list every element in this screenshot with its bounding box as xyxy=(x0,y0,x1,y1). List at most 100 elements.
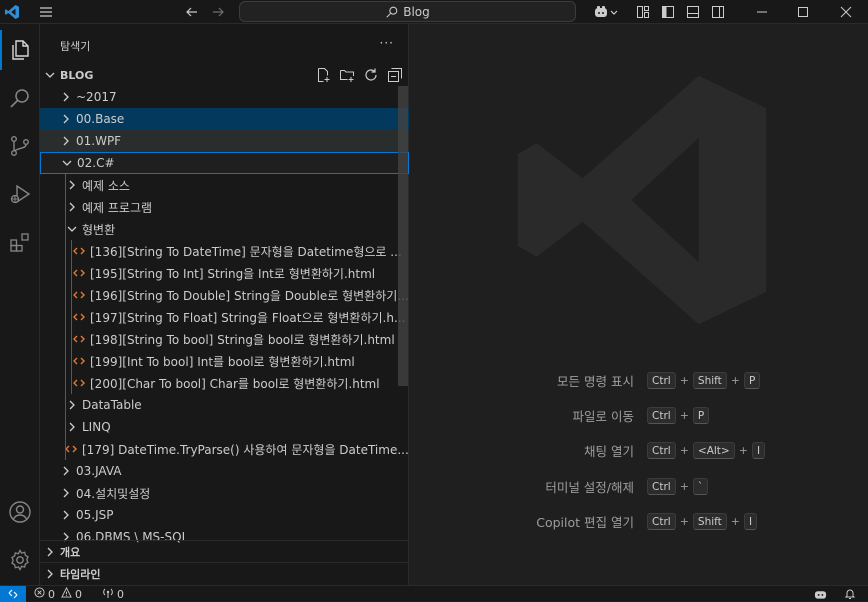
chevron-down-icon xyxy=(42,67,58,83)
keyboard-key: I xyxy=(751,441,766,459)
tree-file[interactable]: [179] DateTime.TryParse() 사용하여 문자형을 Date… xyxy=(40,438,409,460)
outline-section[interactable]: 개요 xyxy=(40,540,409,562)
keyboard-key: <Alt> xyxy=(692,441,735,459)
tree-item-label: 05.JSP xyxy=(76,508,114,522)
tree-file[interactable]: [198][String To bool] String을 bool로 형변환하… xyxy=(40,328,409,350)
tree-item-label: 형변환 xyxy=(82,222,116,237)
key-separator: + xyxy=(679,443,689,457)
vscode-logo-icon[interactable] xyxy=(0,0,24,24)
chevron-right-icon xyxy=(64,199,80,215)
error-count: 0 xyxy=(48,587,55,601)
key-separator: + xyxy=(738,443,748,457)
tree-folder[interactable]: 00.Base xyxy=(40,108,409,130)
keyboard-key: Ctrl xyxy=(647,441,676,459)
tree-folder[interactable]: 예제 소스 xyxy=(40,174,409,196)
tree-folder[interactable]: 02.C# xyxy=(40,152,409,174)
tree-file[interactable]: [195][String To Int] String을 Int로 형변환하기.… xyxy=(40,262,409,284)
toggle-panel-icon[interactable] xyxy=(681,0,705,24)
tree-folder[interactable]: 01.WPF xyxy=(40,130,409,152)
extensions-icon[interactable] xyxy=(0,222,40,262)
shortcut-hint-label: 채팅 열기 xyxy=(584,443,634,459)
tree-item-label: 예제 소스 xyxy=(82,178,130,193)
key-separator: + xyxy=(679,514,689,528)
ports-indicator[interactable]: 0 xyxy=(102,586,124,602)
chevron-right-icon xyxy=(58,485,74,501)
shortcut-hint-label: 터미널 설정/해제 xyxy=(545,479,634,495)
keyboard-key: Shift xyxy=(692,371,727,389)
keyboard-key: Ctrl xyxy=(647,512,676,530)
tree-file[interactable]: [200][Char To bool] Char를 bool로 형변환하기.ht… xyxy=(40,372,409,394)
close-icon[interactable] xyxy=(828,0,864,24)
tree-item-label: 04.설치및설정 xyxy=(76,486,151,501)
html-file-icon xyxy=(72,375,86,391)
account-icon[interactable] xyxy=(0,492,40,532)
tree-folder[interactable]: DataTable xyxy=(40,394,409,416)
chevron-right-icon xyxy=(64,397,80,413)
new-folder-icon[interactable] xyxy=(338,66,356,84)
keyboard-key: Ctrl xyxy=(647,477,676,495)
tree-item-label: 01.WPF xyxy=(76,134,122,148)
html-file-icon xyxy=(72,243,86,259)
tree-folder[interactable]: ~2017 xyxy=(40,86,409,108)
key-separator: + xyxy=(679,373,689,387)
tree-file[interactable]: [196][String To Double] String을 Double로 … xyxy=(40,284,409,306)
toggle-primary-sidebar-icon[interactable] xyxy=(656,0,680,24)
tree-folder[interactable]: 05.JSP xyxy=(40,504,409,526)
editor-area[interactable]: 모든 명령 표시 Ctrl + Shift + P 파일로 이동 Ctrl + P 채팅 열기 Ctr… xyxy=(410,24,868,585)
run-debug-icon[interactable] xyxy=(0,174,40,214)
tree-file[interactable]: [197][String To Float] String을 Float으로 형… xyxy=(40,306,409,328)
explorer-sidebar: 탐색기 ··· BLOG ~2017 00.Base 01.WPF 02.C# 예제 소… xyxy=(40,24,409,585)
keyboard-key: ` xyxy=(692,477,709,495)
workspace-root-label: BLOG xyxy=(60,68,94,82)
tree-item-label: [197][String To Float] String을 Float으로 형… xyxy=(90,310,406,325)
tree-item-label: 00.Base xyxy=(76,112,125,126)
activity-bar xyxy=(0,24,40,585)
keyboard-key: Shift xyxy=(692,512,727,530)
chevron-right-icon xyxy=(58,463,74,479)
outline-label: 개요 xyxy=(60,545,81,559)
explorer-files-icon[interactable] xyxy=(0,30,40,70)
command-center-search[interactable]: Blog xyxy=(239,1,576,22)
toggle-secondary-sidebar-icon[interactable] xyxy=(706,0,730,24)
customize-layout-icon[interactable] xyxy=(631,0,655,24)
copilot-icon[interactable] xyxy=(590,0,622,24)
new-file-icon[interactable] xyxy=(314,66,332,84)
tree-folder[interactable]: 예제 프로그램 xyxy=(40,196,409,218)
timeline-section[interactable]: 타임라인 xyxy=(40,562,409,584)
minimize-icon[interactable] xyxy=(744,0,780,24)
remote-icon[interactable] xyxy=(0,586,26,602)
tree-file[interactable]: [136][String To DateTime] 문자형을 Datetime형… xyxy=(40,240,409,262)
key-separator: + xyxy=(730,514,740,528)
chevron-down-icon xyxy=(59,155,75,171)
search-icon[interactable] xyxy=(0,78,40,118)
tree-scrollbar[interactable] xyxy=(398,86,408,386)
tree-item-label: ~2017 xyxy=(76,90,117,104)
tree-file[interactable]: [199][Int To bool] Int를 bool로 형변환하기.html xyxy=(40,350,409,372)
tree-item-label: 예제 프로그램 xyxy=(82,200,153,215)
tree-item-label: [136][String To DateTime] 문자형을 Datetime형… xyxy=(90,244,402,259)
maximize-icon[interactable] xyxy=(785,0,821,24)
keyboard-key: I xyxy=(744,512,758,530)
tree-folder[interactable]: 형변환 xyxy=(40,218,409,240)
gear-icon[interactable] xyxy=(0,540,40,580)
shortcut-keys: Ctrl + ` xyxy=(647,477,709,495)
key-separator: + xyxy=(679,408,689,422)
menu-icon[interactable] xyxy=(34,0,58,24)
tree-item-label: 03.JAVA xyxy=(76,464,122,478)
refresh-icon[interactable] xyxy=(362,66,380,84)
forward-arrow-icon[interactable] xyxy=(206,0,230,24)
keyboard-key: P xyxy=(744,371,761,389)
problems-indicator[interactable]: 0 0 xyxy=(34,586,82,602)
html-file-icon xyxy=(72,265,86,281)
source-control-icon[interactable] xyxy=(0,126,40,166)
tree-folder[interactable]: LINQ xyxy=(40,416,409,438)
collapse-all-icon[interactable] xyxy=(386,66,404,84)
tree-folder[interactable]: 03.JAVA xyxy=(40,460,409,482)
notifications-bell-icon[interactable] xyxy=(840,586,860,602)
chevron-right-icon xyxy=(64,177,80,193)
more-actions-icon[interactable]: ··· xyxy=(380,36,394,50)
copilot-status-icon[interactable] xyxy=(810,586,830,602)
back-arrow-icon[interactable] xyxy=(180,0,204,24)
tree-folder[interactable]: 04.설치및설정 xyxy=(40,482,409,504)
tree-item-label: [196][String To Double] String을 Double로 … xyxy=(90,288,409,303)
